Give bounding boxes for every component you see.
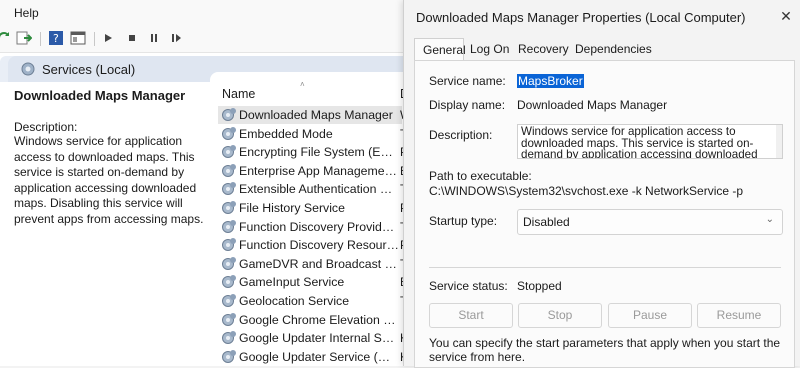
service-row[interactable]: Geolocation Service Th (218, 292, 414, 310)
restart-icon[interactable] (168, 30, 184, 46)
service-row[interactable]: Google Chrome Elevation Se... (218, 311, 402, 329)
tab-log-on[interactable]: Log On (470, 38, 516, 59)
service-gear-icon (221, 144, 237, 160)
pause-button[interactable]: Pause (608, 303, 692, 328)
chevron-down-icon: ⌄ (765, 214, 774, 225)
service-name: GameInput Service (239, 275, 345, 290)
service-name: GameDVR and Broadcast Us... (239, 256, 399, 271)
extended-description-pane: Downloaded Maps Manager Description: Win… (0, 82, 210, 366)
service-gear-icon (221, 274, 237, 290)
resume-button[interactable]: Resume (697, 303, 781, 328)
service-row[interactable]: Function Discovery Resourc... Pu (218, 236, 415, 254)
service-gear-icon (221, 163, 237, 179)
play-icon[interactable] (100, 30, 116, 46)
properties-dialog: Downloaded Maps Manager Properties (Loca… (403, 0, 800, 368)
service-name: Enterprise App Managemen... (239, 163, 399, 178)
display-name-value[interactable]: Downloaded Maps Manager (517, 98, 667, 112)
tab-recovery[interactable]: Recovery (518, 38, 574, 59)
service-row[interactable]: Enterprise App Managemen... Er (218, 162, 412, 180)
service-name: Google Chrome Elevation Se... (239, 312, 399, 327)
service-row[interactable]: File History Service Pr (218, 199, 412, 217)
description-text: Windows service for application access t… (521, 125, 758, 159)
service-gear-icon (221, 349, 237, 365)
export-list-icon[interactable] (16, 30, 32, 46)
service-gear-icon (221, 293, 237, 309)
service-row[interactable]: Downloaded Maps Manager W (218, 106, 411, 124)
description-scrollbar[interactable] (776, 125, 782, 158)
service-status-value: Stopped (517, 279, 562, 293)
svg-text:?: ? (53, 32, 59, 45)
startup-type-dropdown[interactable]: Disabled ⌄ (517, 209, 783, 235)
service-row[interactable]: Extensible Authentication Pr... Th (218, 180, 414, 198)
service-gear-icon (221, 126, 237, 142)
tab-general[interactable]: General (414, 38, 466, 61)
pause-icon[interactable] (146, 30, 162, 46)
service-row[interactable]: GameInput Service Er (218, 273, 412, 291)
services-header-title: Services (Local) (42, 62, 136, 77)
service-gear-icon (221, 256, 237, 272)
description-label: Description: (429, 128, 493, 142)
service-row[interactable]: Embedded Mode Th (218, 125, 414, 143)
start-parameters-help-text: You can specify the start parameters tha… (429, 336, 781, 364)
general-tab-page: Service name: MapsBroker Display name: D… (414, 60, 795, 368)
description-textbox[interactable]: Windows service for application access t… (517, 124, 783, 159)
service-gear-icon (221, 200, 237, 216)
column-header: ˄ Name D (210, 80, 410, 104)
service-name: Encrypting File System (EFS) (239, 145, 399, 160)
tab-dependencies[interactable]: Dependencies (575, 38, 655, 59)
column-header-name[interactable]: Name (222, 87, 255, 101)
menu-bar: Help (0, 0, 420, 26)
startup-type-value: Disabled (523, 215, 570, 229)
start-button[interactable]: Start (429, 303, 513, 328)
service-row[interactable]: Function Discovery Provider ... Th (218, 218, 414, 236)
service-name: Extensible Authentication Pr... (239, 182, 399, 197)
service-gear-icon (221, 181, 237, 197)
service-name: Geolocation Service (239, 294, 350, 308)
section-divider (429, 267, 781, 268)
service-name: Function Discovery Provider ... (239, 219, 399, 234)
path-value[interactable]: C:\WINDOWS\System32\svchost.exe -k Netwo… (429, 184, 743, 198)
dialog-title: Downloaded Maps Manager Properties (Loca… (416, 10, 746, 25)
service-description-text: Windows service for application access t… (14, 134, 204, 226)
description-label: Description: (14, 120, 78, 134)
service-row[interactable]: Encrypting File System (EFS) Pr (218, 143, 412, 161)
service-name: Google Updater Service (Go... (239, 349, 399, 364)
service-gear-icon (221, 237, 237, 253)
toolbar: ? (0, 26, 420, 53)
stop-icon[interactable] (124, 30, 140, 46)
display-name-label: Display name: (429, 98, 506, 112)
service-status-label: Service status: (429, 279, 508, 293)
tab-strip: General Log On Recovery Dependencies (414, 38, 794, 61)
service-name: Google Updater Internal Ser... (239, 331, 399, 346)
service-gear-icon (221, 219, 237, 235)
service-gear-icon (221, 330, 237, 346)
stop-button[interactable]: Stop (518, 303, 602, 328)
service-name-label: Service name: (429, 74, 506, 88)
service-name: Embedded Mode (239, 126, 333, 141)
menu-help[interactable]: Help (14, 6, 39, 20)
close-icon[interactable]: ✕ (776, 6, 796, 26)
service-row[interactable]: Google Updater Service (Go... Ki (218, 348, 411, 366)
service-name: Function Discovery Resourc... (239, 238, 399, 253)
sort-indicator-icon: ˄ (300, 80, 305, 89)
startup-type-label: Startup type: (429, 214, 498, 228)
refresh-icon[interactable] (0, 30, 12, 46)
service-name: File History Service (239, 201, 345, 215)
selected-service-title: Downloaded Maps Manager (14, 88, 186, 103)
services-gear-icon (20, 61, 36, 77)
service-row[interactable]: GameDVR and Broadcast Us... Th (218, 255, 414, 273)
service-name: Downloaded Maps Manager (239, 108, 393, 122)
path-label: Path to executable: (429, 169, 532, 183)
service-row[interactable]: Google Updater Internal Ser... Ki (218, 329, 411, 347)
properties-icon[interactable] (70, 30, 86, 46)
service-gear-icon (221, 312, 237, 328)
service-name-value[interactable]: MapsBroker (517, 74, 584, 88)
services-list: ˄ Name D Downloaded Maps Manager W Embed… (210, 72, 415, 366)
service-gear-icon (221, 107, 237, 123)
help-icon[interactable]: ? (48, 30, 64, 46)
